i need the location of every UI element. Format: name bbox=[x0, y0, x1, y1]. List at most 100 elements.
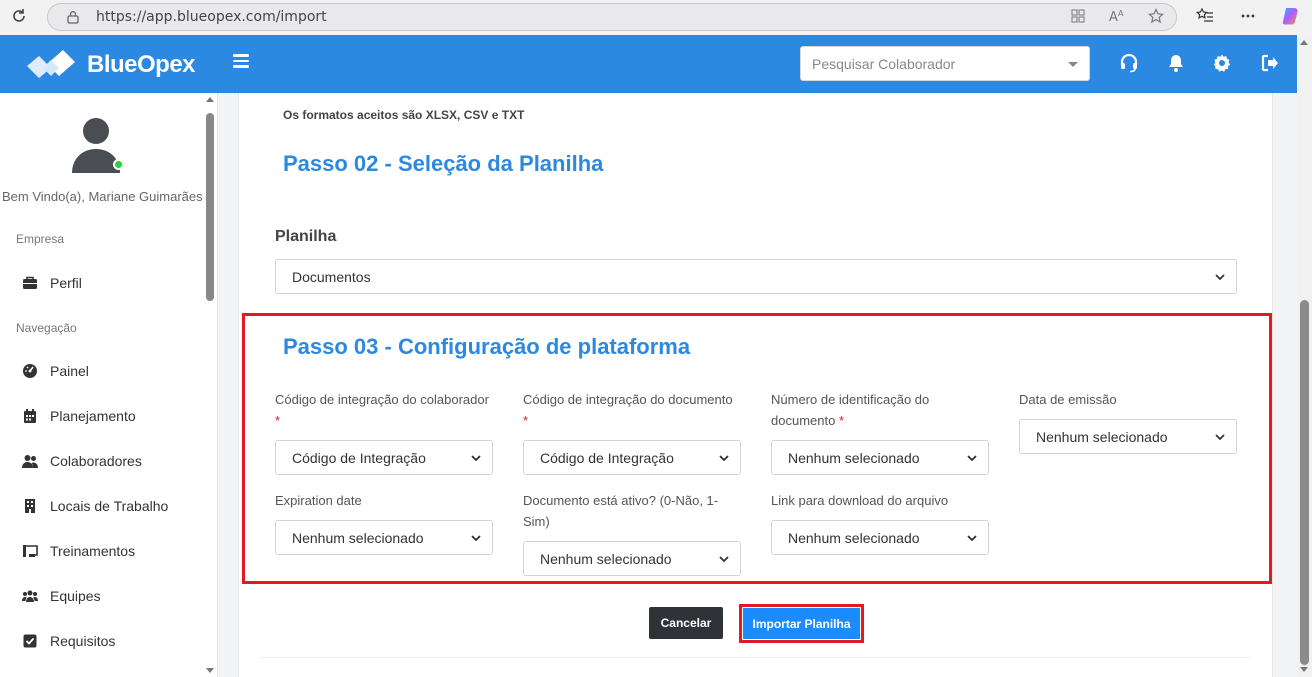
select-value: Nenhum selecionado bbox=[788, 530, 920, 546]
more-menu-icon[interactable] bbox=[1240, 7, 1256, 29]
select-value: Código de Integração bbox=[540, 450, 674, 466]
svg-text:A: A bbox=[1118, 9, 1124, 18]
planilha-select-value: Documentos bbox=[292, 269, 371, 285]
scroll-down-arrow-icon[interactable] bbox=[1300, 667, 1308, 672]
building-icon bbox=[25, 499, 35, 513]
field-label-text: Código de integração do colaborador bbox=[275, 392, 489, 407]
step2-title: Passo 02 - Seleção da Planilha bbox=[283, 151, 604, 176]
sidebar-scrollbar[interactable] bbox=[203, 93, 217, 677]
users-icon bbox=[22, 455, 38, 468]
import-spreadsheet-button[interactable]: Importar Planilha bbox=[743, 608, 860, 639]
sidebar-item-label: Locais de Trabalho bbox=[50, 498, 169, 514]
star-favorite-icon[interactable] bbox=[1148, 8, 1164, 24]
page-scrollbar[interactable] bbox=[1297, 35, 1312, 677]
read-aloud-icon[interactable]: AA bbox=[1108, 8, 1126, 24]
scroll-up-arrow-icon[interactable] bbox=[206, 97, 214, 102]
sidebar-item-treinamentos[interactable]: Treinamentos bbox=[22, 540, 135, 562]
team-icon bbox=[22, 590, 38, 602]
cancel-button[interactable]: Cancelar bbox=[649, 607, 723, 639]
chalkboard-icon bbox=[23, 545, 38, 557]
checkbox-icon bbox=[23, 634, 37, 648]
sidebar-item-equipes[interactable]: Equipes bbox=[22, 585, 101, 607]
welcome-text: Bem Vindo(a), Mariane Guimarães bbox=[2, 189, 203, 204]
sidebar-item-label: Planejamento bbox=[50, 408, 136, 424]
gear-icon[interactable] bbox=[1212, 53, 1232, 73]
chevron-down-icon bbox=[967, 535, 977, 542]
field-label-text: Expiration date bbox=[275, 493, 362, 508]
favorites-icon[interactable] bbox=[1195, 7, 1214, 29]
field-label-colaborador: Código de integração do colaborador * bbox=[275, 389, 500, 431]
planilha-select[interactable]: Documentos bbox=[275, 259, 1237, 294]
bell-icon[interactable] bbox=[1166, 53, 1186, 73]
field-label-text: Número de identificação do documento bbox=[771, 392, 930, 428]
select-value: Nenhum selecionado bbox=[1036, 429, 1168, 445]
app-header: BlueOpex Pesquisar Colaborador bbox=[0, 35, 1297, 93]
briefcase-icon bbox=[23, 276, 37, 289]
import-button-highlight: Importar Planilha bbox=[739, 604, 864, 643]
sidebar-item-label: Requisitos bbox=[50, 633, 116, 649]
field-label-link-download: Link para download do arquivo bbox=[771, 490, 989, 511]
step3-title: Passo 03 - Configuração de plataforma bbox=[283, 334, 691, 359]
planilha-label: Planilha bbox=[275, 228, 337, 245]
select-expiration-date[interactable]: Nenhum selecionado bbox=[275, 520, 493, 555]
select-value: Nenhum selecionado bbox=[540, 551, 672, 567]
address-bar[interactable]: https://app.blueopex.com/import AA bbox=[47, 3, 1177, 31]
blueopex-logo-icon[interactable] bbox=[25, 48, 77, 80]
sidebar: Bem Vindo(a), Mariane Guimarães Empresa … bbox=[0, 93, 218, 677]
chevron-down-icon bbox=[719, 556, 729, 563]
headset-icon[interactable] bbox=[1119, 53, 1139, 73]
page-scroll-thumb[interactable] bbox=[1300, 300, 1309, 665]
url-text: https://app.blueopex.com/import bbox=[96, 9, 327, 25]
field-label-numero-identificacao: Número de identificação do documento * bbox=[771, 389, 971, 431]
select-numero-identificacao[interactable]: Nenhum selecionado bbox=[771, 440, 989, 475]
gauge-icon bbox=[23, 364, 37, 378]
section-label-navegacao: Navegação bbox=[16, 321, 77, 335]
field-label-documento: Código de integração do documento * bbox=[523, 389, 748, 431]
online-status-dot bbox=[113, 159, 124, 170]
accepted-formats-note: Os formatos aceitos são XLSX, CSV e TXT bbox=[283, 108, 525, 122]
sidebar-item-planejamento[interactable]: Planejamento bbox=[22, 405, 136, 427]
select-codigo-documento[interactable]: Código de Integração bbox=[523, 440, 741, 475]
chevron-down-icon bbox=[471, 455, 481, 462]
scroll-up-arrow-icon[interactable] bbox=[1300, 40, 1308, 45]
sidebar-item-requisitos[interactable]: Requisitos bbox=[22, 630, 115, 652]
field-label-text: Código de integração do documento bbox=[523, 392, 733, 407]
search-collaborator-select[interactable]: Pesquisar Colaborador bbox=[800, 46, 1090, 81]
browser-toolbar: https://app.blueopex.com/import AA bbox=[0, 0, 1312, 35]
select-documento-ativo[interactable]: Nenhum selecionado bbox=[523, 541, 741, 576]
select-data-emissao[interactable]: Nenhum selecionado bbox=[1019, 419, 1237, 454]
sidebar-item-colaboradores[interactable]: Colaboradores bbox=[22, 450, 142, 472]
select-value: Código de Integração bbox=[292, 450, 426, 466]
search-placeholder: Pesquisar Colaborador bbox=[812, 56, 956, 72]
field-label-text: Data de emissão bbox=[1019, 392, 1117, 407]
sidebar-item-label: Colaboradores bbox=[50, 453, 142, 469]
sidebar-scroll-thumb[interactable] bbox=[206, 113, 214, 301]
field-label-data-emissao: Data de emissão bbox=[1019, 389, 1237, 410]
chevron-down-icon bbox=[471, 535, 481, 542]
reload-icon[interactable] bbox=[8, 7, 30, 29]
scroll-down-arrow-icon[interactable] bbox=[206, 668, 214, 673]
copilot-icon[interactable] bbox=[1280, 5, 1302, 31]
chevron-down-icon bbox=[1215, 434, 1225, 441]
sidebar-item-label: Perfil bbox=[50, 275, 82, 291]
menu-toggle-icon[interactable] bbox=[233, 54, 249, 68]
chevron-down-icon bbox=[1215, 274, 1225, 281]
site-info-icon[interactable] bbox=[66, 10, 80, 24]
required-mark: * bbox=[275, 413, 281, 428]
sidebar-item-locais-de-trabalho[interactable]: Locais de Trabalho bbox=[22, 495, 168, 517]
field-label-text: Link para download do arquivo bbox=[771, 493, 949, 508]
sidebar-item-perfil[interactable]: Perfil bbox=[22, 272, 82, 294]
brand-name[interactable]: BlueOpex bbox=[87, 51, 196, 79]
field-label-documento-ativo: Documento está ativo? (0-Não, 1-Sim) bbox=[523, 490, 723, 532]
grid-apps-icon[interactable] bbox=[1070, 8, 1086, 24]
logout-icon[interactable] bbox=[1260, 53, 1280, 73]
sidebar-item-label: Painel bbox=[50, 363, 89, 379]
select-link-download[interactable]: Nenhum selecionado bbox=[771, 520, 989, 555]
sidebar-item-label: Equipes bbox=[50, 588, 101, 604]
chevron-down-icon bbox=[1068, 62, 1078, 67]
sidebar-item-painel[interactable]: Painel bbox=[22, 360, 89, 382]
select-codigo-colaborador[interactable]: Código de Integração bbox=[275, 440, 493, 475]
chevron-down-icon bbox=[967, 455, 977, 462]
card-divider bbox=[260, 657, 1250, 658]
required-mark: * bbox=[523, 413, 529, 428]
